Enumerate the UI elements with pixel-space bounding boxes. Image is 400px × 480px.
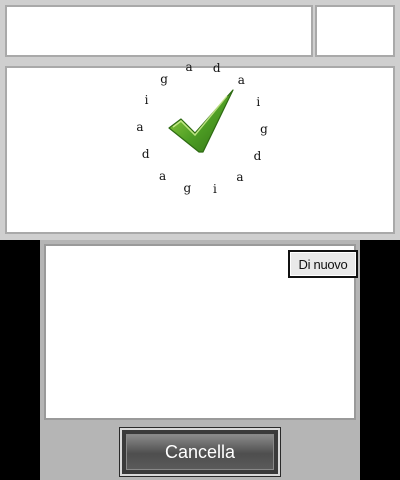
bottom-screen: Di nuovo Cancella: [40, 240, 360, 480]
ring-letter: i: [212, 181, 217, 196]
ring-letter: d: [212, 60, 221, 75]
ring-letter: a: [185, 60, 193, 75]
ring-letter: g: [160, 71, 168, 86]
ring-letter: a: [136, 120, 144, 135]
touch-drawing-area[interactable]: Di nuovo: [44, 244, 358, 420]
ring-letter: g: [183, 181, 192, 196]
retry-button-label: Di nuovo: [290, 252, 356, 276]
ring-letter: a: [237, 73, 245, 88]
ring-letter: a: [236, 170, 244, 185]
top-info-panel: [5, 5, 313, 57]
ring-letter: i: [256, 94, 261, 109]
retry-button[interactable]: Di nuovo: [288, 250, 358, 278]
cancel-button[interactable]: Cancella: [119, 427, 281, 477]
checkmark-icon: [168, 89, 234, 153]
cancel-button-label: Cancella: [126, 434, 274, 470]
ring-letter: a: [159, 168, 167, 183]
ring-letter: g: [260, 121, 268, 136]
result-panel: adaigdaigadaig: [5, 61, 395, 234]
ring-letter: i: [144, 93, 149, 108]
ring-letter: d: [141, 147, 150, 162]
ring-letter: d: [253, 148, 262, 163]
top-side-panel: [315, 5, 395, 57]
top-screen: adaigdaigadaig: [0, 0, 400, 240]
